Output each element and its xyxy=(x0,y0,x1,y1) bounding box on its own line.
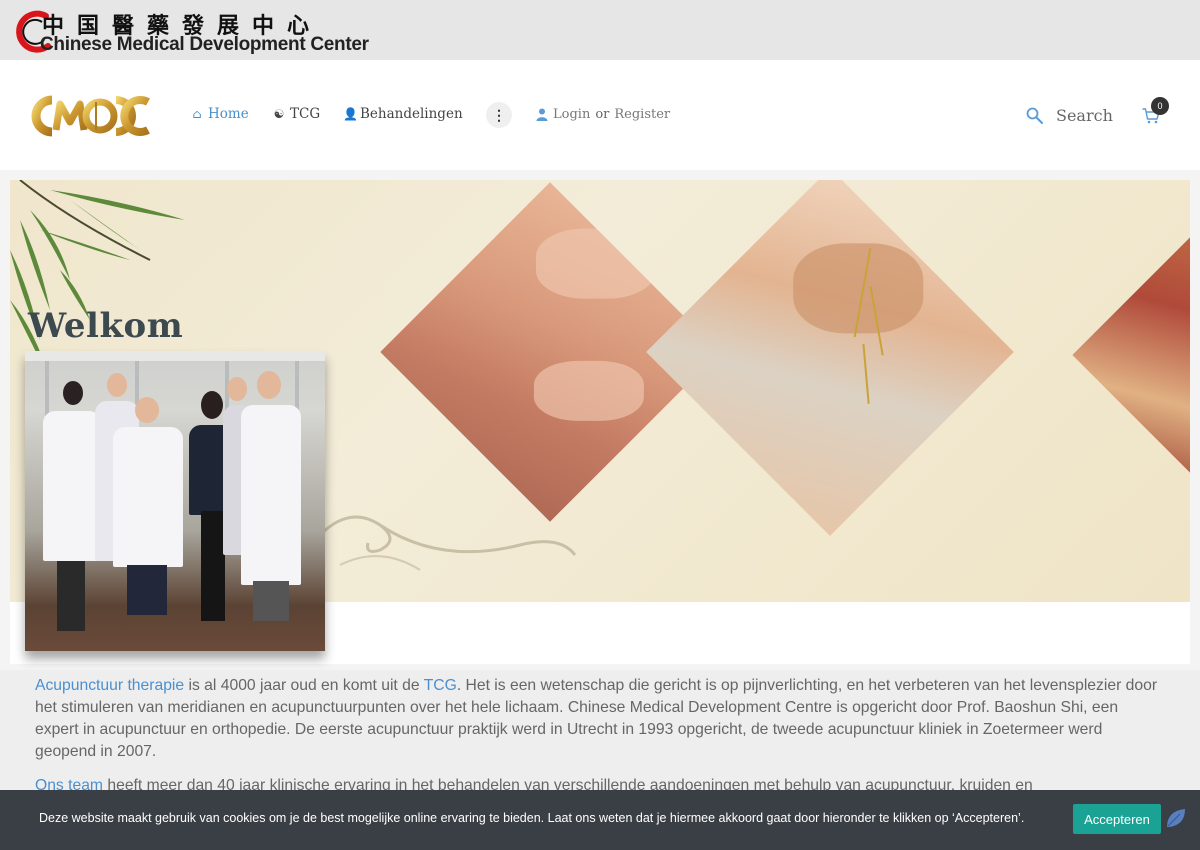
vertical-dots-icon: ⋮ xyxy=(492,106,506,123)
acupuncture-photo xyxy=(646,180,1014,536)
cookie-message: Deze website maakt gebruik van cookies o… xyxy=(39,811,1025,825)
user-icon: 👤 xyxy=(343,107,358,121)
or-text: or xyxy=(595,107,610,122)
brand-english-name: Chinese Medical Development Center xyxy=(40,34,369,55)
intro-content: Acupunctuur therapie is al 4000 jaar oud… xyxy=(35,675,1165,797)
accept-cookies-button[interactable]: Accepteren xyxy=(1073,804,1161,834)
nav-behandelingen-label: Behandelingen xyxy=(360,106,463,122)
cart-count-badge: 0 xyxy=(1151,97,1169,115)
search-label: Search xyxy=(1056,106,1113,125)
main-navbar: ⌂ Home ☯ TCG 👤 Behandelingen ⋮ Login or … xyxy=(0,60,1200,170)
welcome-heading: Welkom xyxy=(28,306,184,346)
nav-behandelingen[interactable]: 👤 Behandelingen xyxy=(343,106,463,122)
home-icon: ⌂ xyxy=(192,107,202,121)
nav-tcg[interactable]: ☯ TCG xyxy=(273,106,321,122)
acupunctuur-therapie-link[interactable]: Acupunctuur therapie xyxy=(35,677,184,694)
herbs-photo xyxy=(1072,192,1190,518)
nav-home-label: Home xyxy=(208,106,249,122)
account-links: Login or Register xyxy=(536,107,670,122)
nav-home[interactable]: ⌂ Home xyxy=(191,106,249,122)
nav-tcg-label: TCG xyxy=(290,106,321,122)
login-link[interactable]: Login xyxy=(553,107,590,122)
leaf-icon[interactable] xyxy=(1164,806,1188,830)
tcg-link[interactable]: TCG xyxy=(424,677,457,694)
brand-header: 中国醫藥發展中心 Chinese Medical Development Cen… xyxy=(0,0,1200,60)
yin-yang-icon: ☯ xyxy=(273,107,285,121)
user-icon xyxy=(536,108,548,121)
team-photo xyxy=(25,351,325,651)
cmdc-logo[interactable] xyxy=(30,88,155,144)
search-icon xyxy=(1026,107,1043,124)
intro-paragraph: Acupunctuur therapie is al 4000 jaar oud… xyxy=(35,675,1165,763)
register-link[interactable]: Register xyxy=(614,107,670,122)
search-button[interactable]: Search xyxy=(1026,106,1113,125)
cookie-banner: Deze website maakt gebruik van cookies o… xyxy=(0,790,1200,850)
intro-text-1: is al 4000 jaar oud en komt uit de xyxy=(184,677,424,694)
more-menu-button[interactable]: ⋮ xyxy=(486,102,512,128)
